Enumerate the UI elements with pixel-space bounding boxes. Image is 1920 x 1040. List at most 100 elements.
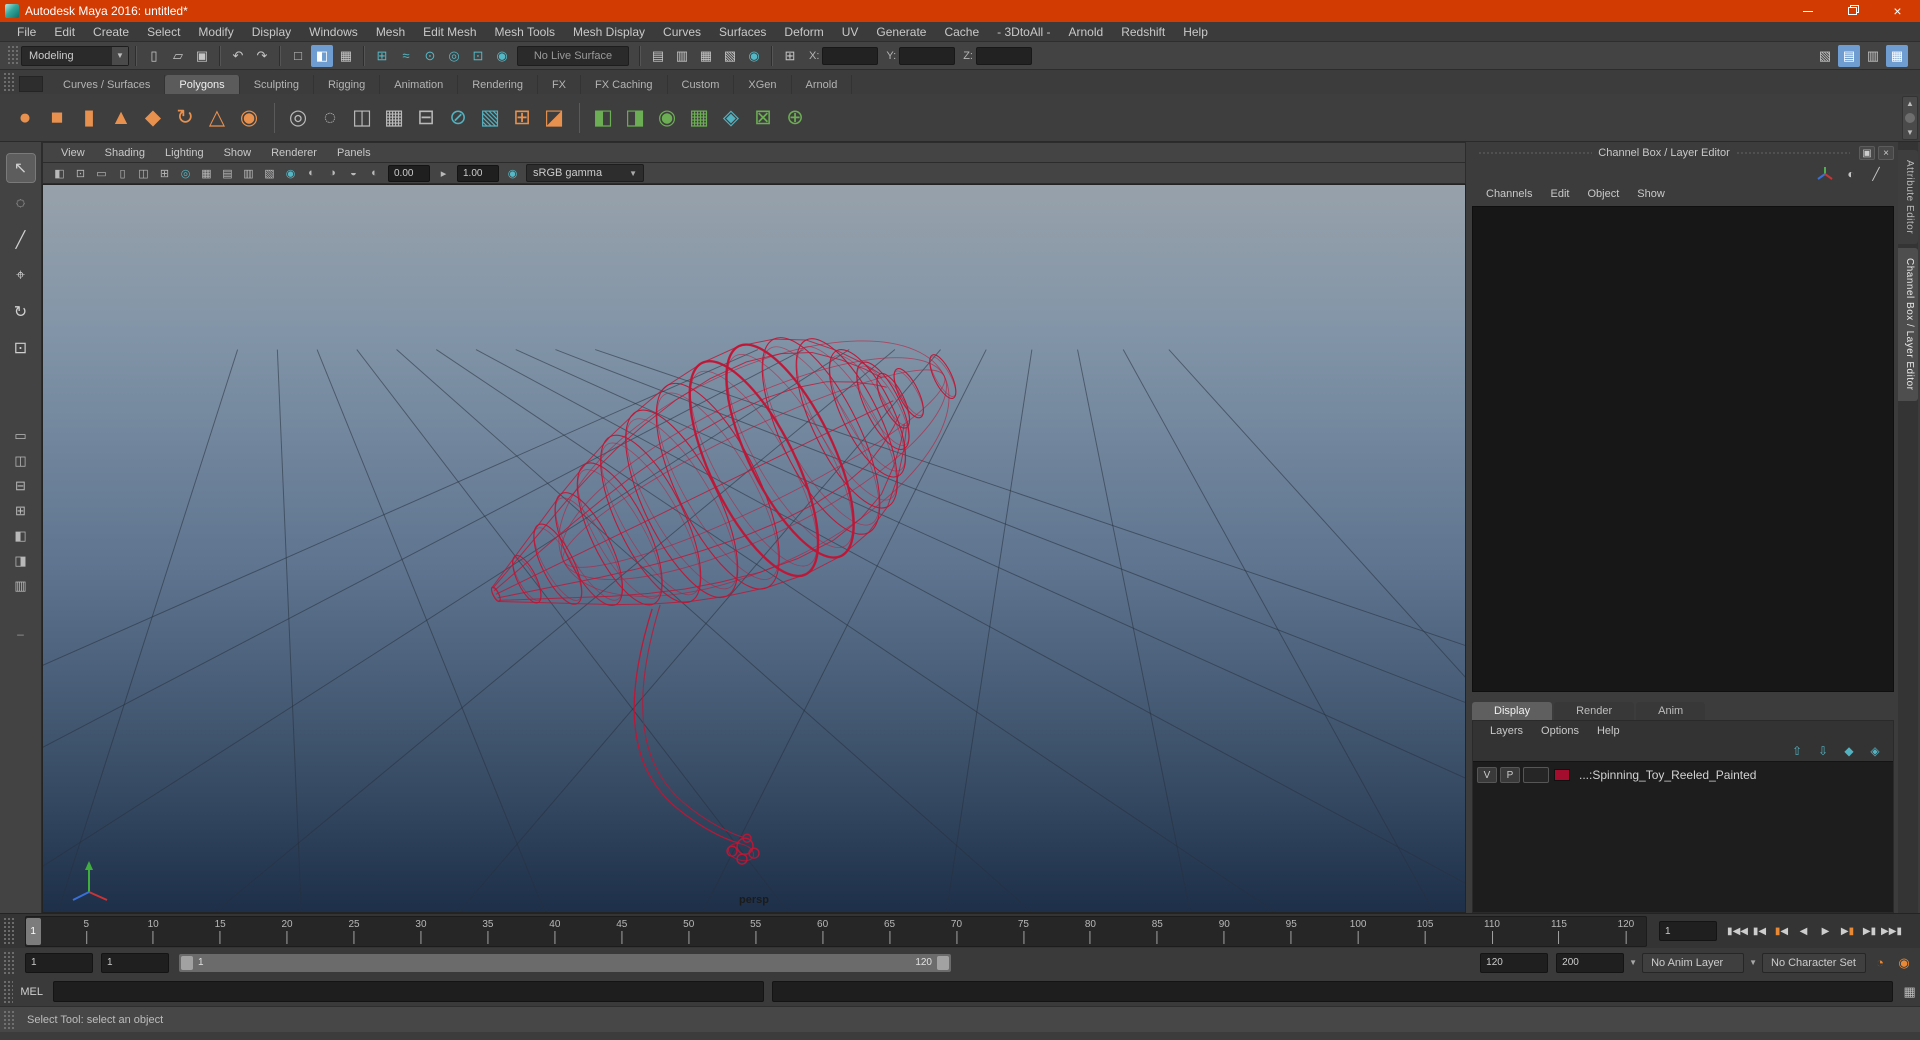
z-coordinate-input[interactable]: [975, 46, 1032, 65]
ambient-occlusion-icon[interactable]: ◑: [322, 164, 343, 182]
menu-set-dropdown[interactable]: Modeling ▼: [21, 45, 129, 66]
go-to-start-button[interactable]: ▮ ◀◀: [1727, 921, 1748, 941]
isolate-select-icon[interactable]: ◎: [175, 164, 196, 182]
reduce-icon[interactable]: ▦: [379, 103, 409, 133]
menu-redshift[interactable]: Redshift: [1112, 22, 1174, 42]
exposure-icon[interactable]: ◐: [364, 164, 385, 182]
mel-label[interactable]: MEL: [20, 986, 43, 998]
scale-tool[interactable]: ⊡: [7, 334, 35, 362]
channel-box-menu-show[interactable]: Show: [1629, 184, 1673, 204]
poly-cylinder-icon[interactable]: ▮: [74, 103, 104, 133]
gamma-field[interactable]: 1.00: [457, 164, 499, 182]
play-backward-button[interactable]: ◀: [1793, 921, 1814, 941]
pencil-icon[interactable]: ╱: [1868, 166, 1884, 182]
restore-button[interactable]: [1830, 0, 1875, 22]
lasso-tool[interactable]: ◌: [7, 190, 35, 218]
character-set-field[interactable]: No Character Set: [1762, 952, 1866, 973]
anim-layer-field[interactable]: No Anim Layer: [1642, 952, 1745, 973]
panel-menu-shading[interactable]: Shading: [95, 147, 155, 159]
channel-box-menu-object[interactable]: Object: [1579, 184, 1627, 204]
tool-settings-toggle[interactable]: ▥: [1862, 45, 1884, 67]
renderer-select-icon[interactable]: ◧: [49, 164, 70, 182]
layout-persp-graph[interactable]: ◨: [8, 551, 34, 571]
animation-end-field[interactable]: 200: [1556, 952, 1625, 973]
step-forward-key-button[interactable]: ▶ ▮: [1837, 921, 1858, 941]
layer-move-down-button[interactable]: ⇩: [1815, 743, 1831, 759]
menu-3dtoall[interactable]: - 3DtoAll -: [988, 22, 1059, 42]
color-space-dropdown[interactable]: sRGB gamma ▼: [526, 164, 644, 182]
channel-box-toggle[interactable]: ▦: [1886, 44, 1908, 67]
menu-create[interactable]: Create: [84, 22, 138, 42]
shelf-tab-custom[interactable]: Custom: [668, 75, 735, 94]
color-management-icon[interactable]: ◉: [502, 164, 523, 182]
chevron-down-icon[interactable]: ▼: [1629, 958, 1637, 967]
shelf-scroll-widget[interactable]: ▲ ▼: [1902, 96, 1918, 140]
menu-arnold[interactable]: Arnold: [1060, 22, 1113, 42]
mel-input-field[interactable]: [52, 981, 764, 1002]
paint-select-tool[interactable]: ╱: [7, 226, 35, 254]
menu-uv[interactable]: UV: [833, 22, 868, 42]
render-settings-icon[interactable]: ▧: [719, 45, 741, 67]
go-to-end-button[interactable]: ▶▶ ▮: [1881, 921, 1902, 941]
layout-single-pane[interactable]: ▭: [8, 426, 34, 446]
uv-contour-stretch-icon[interactable]: ◈: [716, 103, 746, 133]
film-gate-icon[interactable]: ▤: [217, 164, 238, 182]
layer-editor-tab-display[interactable]: Display: [1472, 702, 1553, 720]
live-surface-field[interactable]: No Live Surface: [517, 45, 629, 66]
poly-pipe-icon[interactable]: ◉: [234, 103, 264, 133]
menu-file[interactable]: File: [8, 22, 45, 42]
layer-menu-help[interactable]: Help: [1588, 721, 1629, 741]
menu-select[interactable]: Select: [138, 22, 189, 42]
x-coordinate-input[interactable]: [822, 46, 879, 65]
range-end-handle[interactable]: [937, 955, 949, 970]
display-toggle-icon[interactable]: ◐: [1843, 166, 1859, 182]
extrude-icon[interactable]: ⊞: [507, 103, 537, 133]
undo-icon[interactable]: ↶: [227, 45, 249, 67]
layer-menu-options[interactable]: Options: [1532, 721, 1588, 741]
menu-help[interactable]: Help: [1174, 22, 1217, 42]
current-frame-marker[interactable]: 1: [25, 917, 41, 945]
smooth-preview-icon[interactable]: ◌: [315, 103, 345, 133]
side-tab-attribute-editor[interactable]: Attribute Editor: [1898, 150, 1918, 245]
poly-pyramid-icon[interactable]: △: [202, 103, 232, 133]
new-scene-icon[interactable]: ▯: [143, 45, 165, 67]
render-frame-icon[interactable]: ▤: [647, 45, 669, 67]
layer-row[interactable]: V P ...:Spinning_Toy_Reeled_Painted: [1475, 764, 1891, 786]
save-scene-icon[interactable]: ▣: [191, 45, 213, 67]
shelf-tab-fx[interactable]: FX: [538, 75, 582, 94]
poly-cone-icon[interactable]: ▲: [106, 103, 136, 133]
channel-box-menu-channels[interactable]: Channels: [1478, 184, 1540, 204]
menu-display[interactable]: Display: [243, 22, 300, 42]
menu-mesh-tools[interactable]: Mesh Tools: [486, 22, 564, 42]
poly-platonic-icon[interactable]: ◆: [138, 103, 168, 133]
playback-range-bar[interactable]: 1 120: [179, 953, 951, 972]
shelf-tab-polygons[interactable]: Polygons: [165, 75, 240, 94]
layer-list[interactable]: V P ...:Spinning_Toy_Reeled_Painted: [1473, 761, 1893, 912]
menu-generate[interactable]: Generate: [867, 22, 935, 42]
symmetry-icon[interactable]: ⊞: [779, 45, 801, 67]
shelf-tab-animation[interactable]: Animation: [380, 75, 459, 94]
float-panel-button[interactable]: ▣: [1859, 146, 1875, 160]
shelf-selector[interactable]: [19, 76, 43, 92]
status-line-grip[interactable]: [7, 44, 18, 67]
layer-playback-toggle[interactable]: P: [1500, 767, 1520, 783]
move-tool[interactable]: ⌖: [7, 262, 35, 290]
menu-deform[interactable]: Deform: [775, 22, 832, 42]
menu-mesh-display[interactable]: Mesh Display: [564, 22, 654, 42]
camera-attributes-icon[interactable]: ▭: [91, 164, 112, 182]
layer-color-swatch[interactable]: [1554, 769, 1570, 781]
uv-cylindrical-icon[interactable]: ◨: [620, 103, 650, 133]
snap-point-icon[interactable]: ⊙: [419, 45, 441, 67]
menu-edit[interactable]: Edit: [45, 22, 84, 42]
frame-ruler[interactable]: 5 10 15 20 25 30 35 40 45 50 55 60 65 70 75 80 85 90 95 100…: [25, 915, 1647, 947]
create-layer-from-selected-button[interactable]: ◈: [1867, 743, 1883, 759]
menu-curves[interactable]: Curves: [654, 22, 710, 42]
shelf-grip[interactable]: [3, 72, 14, 92]
anti-aliasing-icon[interactable]: ◒: [343, 164, 364, 182]
channel-box-content[interactable]: [1472, 206, 1894, 692]
shadows-icon[interactable]: ◐: [301, 164, 322, 182]
side-tab-channel-box-layer-editor[interactable]: Channel Box / Layer Editor: [1898, 248, 1918, 401]
smooth-icon[interactable]: ◎: [283, 103, 313, 133]
step-back-frame-button[interactable]: ▮ ◀: [1749, 921, 1770, 941]
axis-tripod-icon[interactable]: [1816, 166, 1834, 182]
